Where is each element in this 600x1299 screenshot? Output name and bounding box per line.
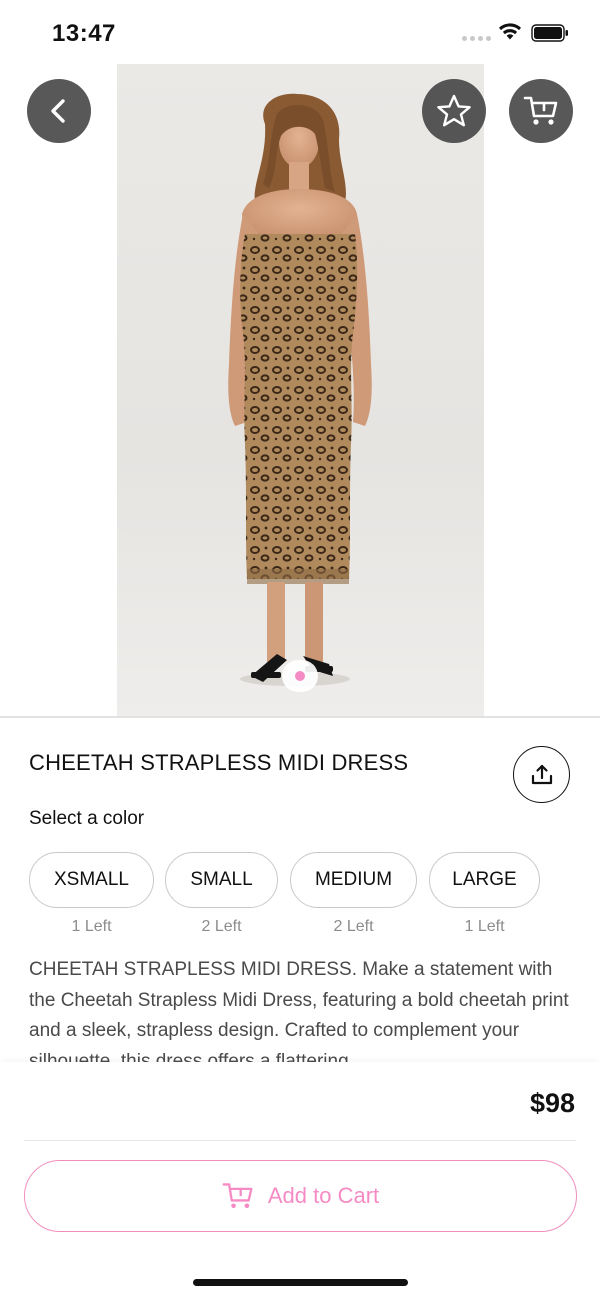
size-option-xsmall[interactable]: XSMALL <box>29 852 154 908</box>
home-indicator[interactable] <box>193 1279 408 1286</box>
add-to-cart-button[interactable]: Add to Cart <box>24 1160 577 1232</box>
battery-icon <box>531 24 568 42</box>
product-photo <box>228 93 372 686</box>
image-page-dot-active <box>295 671 305 681</box>
back-button[interactable] <box>27 79 91 143</box>
add-to-cart-label: Add to Cart <box>267 1183 380 1208</box>
signal-dots-icon <box>462 36 491 41</box>
size-option-small[interactable]: SMALL <box>165 852 278 908</box>
size-option-medium[interactable]: MEDIUM <box>290 852 417 908</box>
status-bar: 13:47 <box>0 0 600 64</box>
product-title: CHEETAH STRAPLESS MIDI DRESS <box>29 750 409 775</box>
star-icon <box>437 94 471 127</box>
share-icon <box>531 764 552 784</box>
size-stock-xsmall: 1 Left <box>71 918 112 935</box>
size-option-large[interactable]: LARGE <box>429 852 540 908</box>
favorite-button[interactable] <box>422 79 486 143</box>
status-time: 13:47 <box>52 20 116 47</box>
product-price: $98 <box>529 1088 575 1118</box>
product-description: CHEETAH STRAPLESS MIDI DRESS. Make a sta… <box>29 959 569 1063</box>
product-image[interactable] <box>117 64 484 716</box>
price-divider <box>24 1140 576 1141</box>
image-page-indicator[interactable] <box>282 660 318 692</box>
cart-icon <box>222 1183 253 1209</box>
share-button[interactable] <box>513 746 570 803</box>
wifi-icon <box>499 23 521 40</box>
size-stock-medium: 2 Left <box>333 918 374 935</box>
cart-icon <box>523 96 558 125</box>
select-color-label: Select a color <box>29 808 145 829</box>
chevron-left-icon <box>51 99 65 123</box>
cart-button[interactable] <box>509 79 573 143</box>
size-stock-small: 2 Left <box>201 918 242 935</box>
image-divider <box>0 716 600 718</box>
size-stock-large: 1 Left <box>464 918 505 935</box>
